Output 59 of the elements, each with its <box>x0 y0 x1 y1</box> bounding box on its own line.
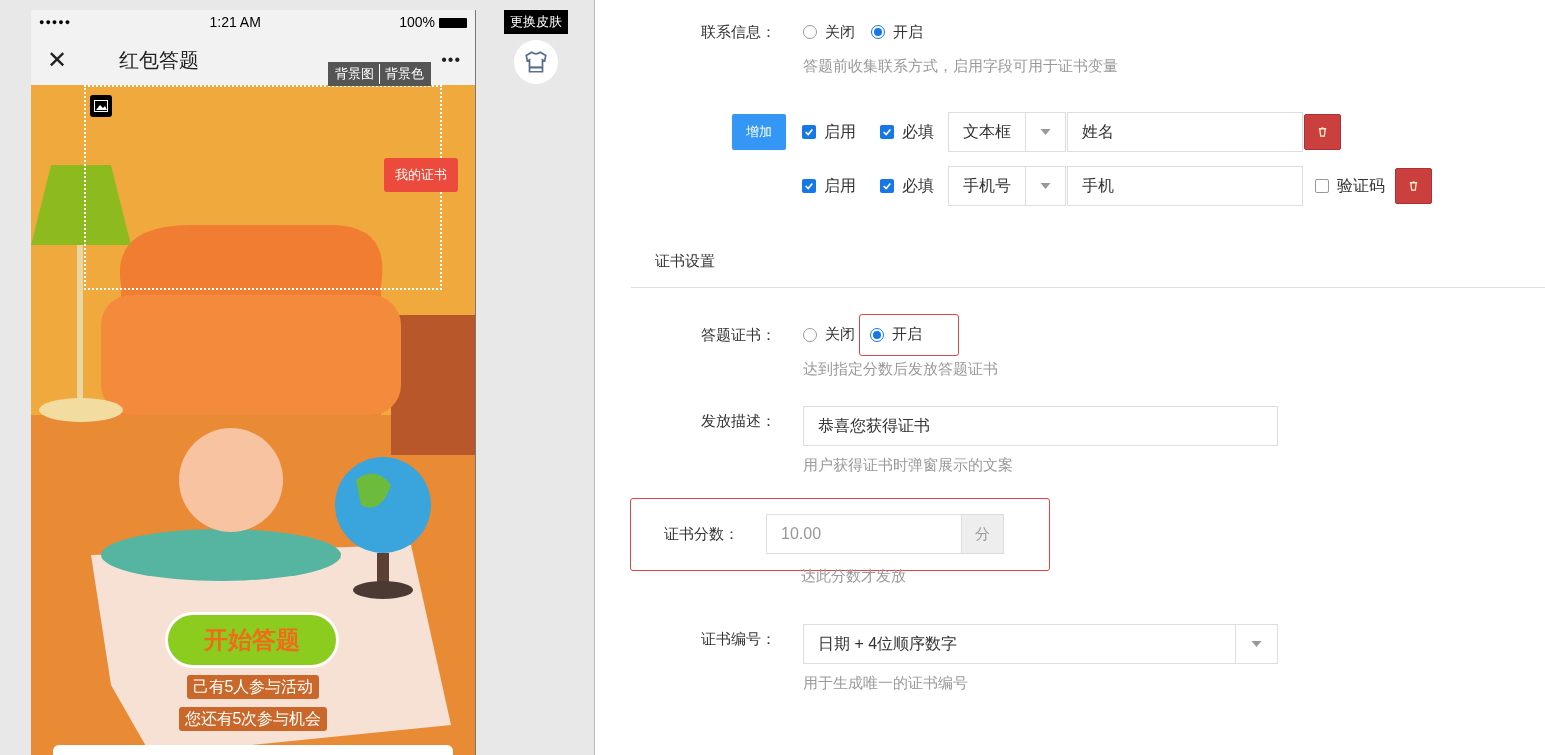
field-label: 证书分数： <box>663 523 740 544</box>
number-select[interactable]: 日期 + 4位顺序数字 <box>803 624 1278 664</box>
unit-label: 分 <box>962 514 1004 554</box>
checkmark-icon <box>804 126 814 137</box>
stats-text: 己有5人参与活动 <box>186 675 320 699</box>
name-field[interactable]: 姓名 <box>1067 111 1303 152</box>
field-label: 发放描述： <box>700 411 777 431</box>
close-button[interactable]: ✕ <box>47 42 77 78</box>
page-title: 红包答题 <box>119 48 199 73</box>
option-label: 开启 <box>893 21 923 42</box>
checkbox[interactable] <box>802 178 816 193</box>
score-field[interactable]: 10.00 <box>766 514 962 554</box>
certificate-button[interactable]: 我的证书 <box>384 158 458 192</box>
field-label: 答题证书： <box>700 324 777 345</box>
trash-icon <box>1408 180 1419 191</box>
trash-icon <box>1317 126 1328 137</box>
battery-icon <box>439 17 467 28</box>
option-label: 关闭 <box>825 324 855 345</box>
checkbox-label: 必填 <box>902 121 934 142</box>
checkbox-label: 启用 <box>824 175 856 196</box>
shirt-icon[interactable] <box>514 39 558 84</box>
checkbox[interactable] <box>880 178 894 193</box>
skin-button[interactable]: 更换皮肤 <box>504 10 568 34</box>
field-label: 证书编号： <box>700 629 777 649</box>
toolbar-button[interactable]: 背景图 <box>330 64 379 84</box>
description-field[interactable]: 恭喜您获得证书 <box>803 406 1278 446</box>
hint-text: 用户获得证书时弹窗展示的文案 <box>803 455 1014 475</box>
checkbox[interactable] <box>880 124 894 139</box>
signal-dots: ●●●●● <box>39 15 72 29</box>
option-label: 关闭 <box>825 21 855 42</box>
delete-button[interactable] <box>1304 113 1341 150</box>
image-icon[interactable] <box>90 95 112 117</box>
hint-text: 达此分数才发放 <box>801 565 907 586</box>
type-select[interactable]: 文本框 <box>948 111 1066 152</box>
toolbar-button[interactable]: 背景色 <box>379 64 429 84</box>
field-label: 联系信息： <box>700 22 777 42</box>
option-label: 开启 <box>892 324 922 345</box>
checkmark-icon <box>882 126 892 137</box>
checkbox[interactable] <box>1315 178 1329 193</box>
checkbox-label: 必填 <box>902 175 934 196</box>
caret-icon <box>1040 182 1051 189</box>
hint-text: 达到指定分数后发放答题证书 <box>803 358 998 379</box>
battery-percent: 100% <box>399 13 435 32</box>
hint-text: 答题前收集联系方式，启用字段可用于证书变量 <box>803 56 1118 76</box>
checkmark-icon <box>804 180 814 191</box>
caret-icon <box>1251 641 1262 647</box>
checkmark-icon <box>882 180 892 191</box>
section-title: 证书设置 <box>655 251 715 269</box>
more-button[interactable]: ••• <box>441 48 461 72</box>
type-select[interactable]: 手机号 <box>948 165 1066 206</box>
stats-text: 您还有5次参与机会 <box>178 707 328 731</box>
name-field[interactable]: 手机 <box>1067 165 1303 206</box>
checkbox-label: 验证码 <box>1337 175 1385 196</box>
hint-text: 用于生成唯一的证书编号 <box>803 673 969 693</box>
checkbox[interactable] <box>802 124 816 139</box>
delete-button[interactable] <box>1395 167 1432 204</box>
checkbox-label: 启用 <box>824 121 856 142</box>
status-time: 1:21 AM <box>209 13 261 32</box>
caret-icon <box>1040 128 1051 135</box>
